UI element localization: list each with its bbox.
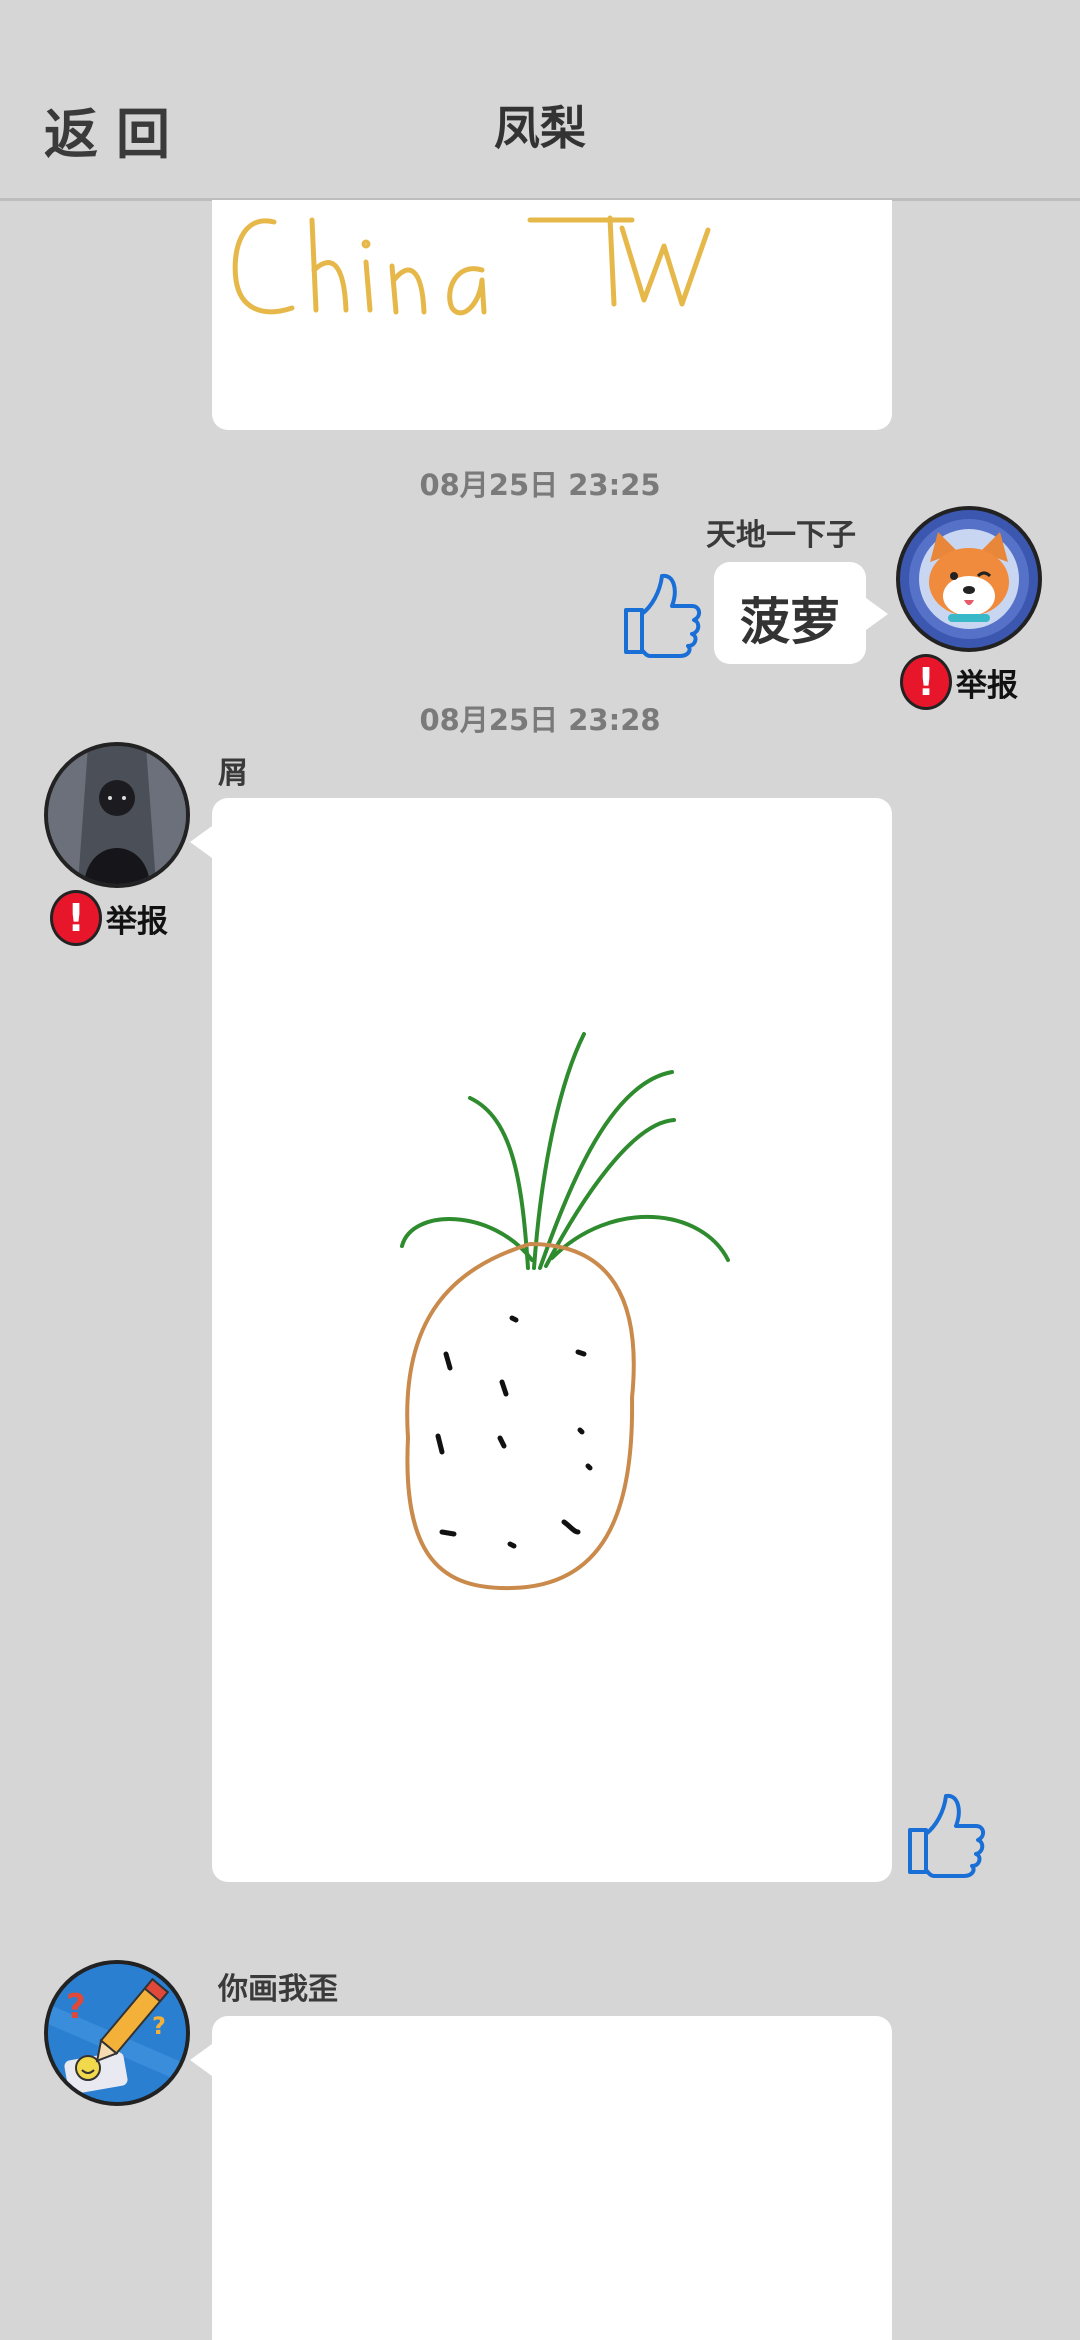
message-username[interactable]: 你画我歪 (218, 1964, 338, 2008)
avatar[interactable] (44, 742, 190, 888)
drawing-canvas (232, 215, 711, 316)
svg-text:?: ? (152, 2012, 166, 2040)
thumbs-up-icon[interactable] (904, 1788, 986, 1878)
report-button[interactable]: ! 举报 (50, 890, 168, 946)
avatar[interactable] (896, 506, 1042, 652)
message-text: 菠萝 (740, 593, 840, 651)
report-label: 举报 (106, 903, 168, 940)
message-timestamp: 08月25日 23:25 (419, 468, 661, 502)
drawing-card[interactable] (190, 2016, 892, 2340)
pencil-game-avatar-image: ? ? (48, 1964, 186, 2102)
text-bubble[interactable]: 菠萝 (714, 562, 888, 664)
svg-text:?: ? (66, 1987, 86, 2027)
drawing-card[interactable] (190, 798, 892, 1882)
shiba-avatar-image (909, 519, 1029, 639)
report-exclamation-icon: ! (50, 890, 102, 946)
message-timestamp: 08月25日 23:28 (419, 703, 661, 737)
dark-figure-avatar-image (48, 746, 186, 884)
page-title: 凤梨 (494, 101, 586, 155)
thumbs-up-icon[interactable] (620, 568, 702, 658)
message-username[interactable]: 屑 (218, 748, 248, 792)
drawing-card[interactable] (212, 200, 892, 430)
pineapple-drawing (400, 1032, 730, 1591)
message-username[interactable]: 天地一下子 (706, 510, 856, 554)
avatar[interactable]: ? ? (44, 1960, 190, 2106)
